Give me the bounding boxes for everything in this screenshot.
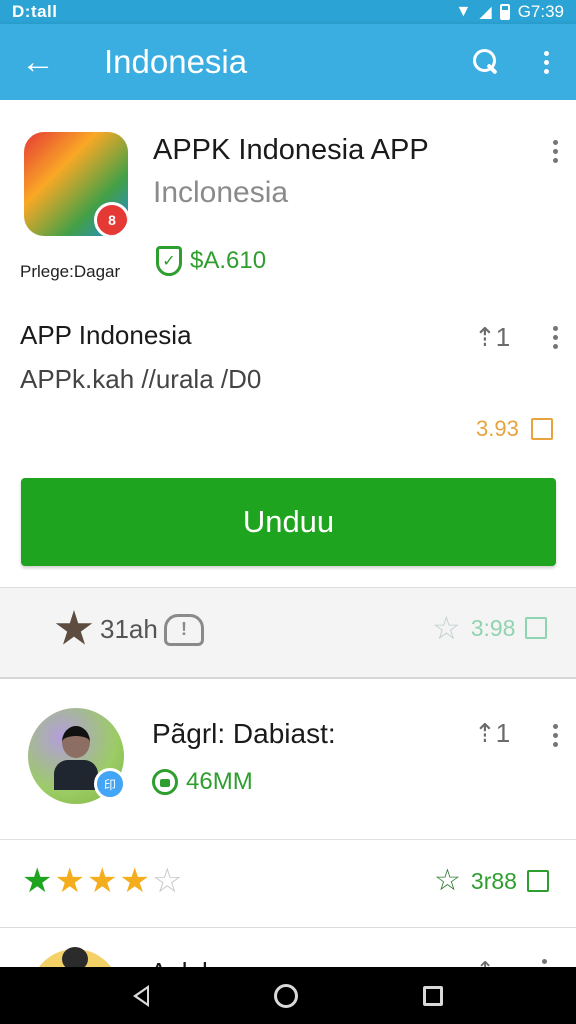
list-item-more-button[interactable] bbox=[553, 724, 558, 747]
install-button[interactable]: Unduu bbox=[21, 478, 556, 566]
nav-home-icon[interactable] bbox=[273, 983, 298, 1008]
stats-right-value: 3:98 bbox=[470, 614, 516, 641]
star-icon: ★ bbox=[54, 862, 85, 900]
page-title: Indonesia bbox=[104, 43, 248, 80]
app-detail-card: 8 Prlege:Dagar APPK Indonesia APP Inclon… bbox=[0, 100, 576, 586]
back-arrow-icon: ← bbox=[21, 42, 55, 81]
stats-left-text: 31ah bbox=[100, 614, 158, 644]
system-nav-bar bbox=[0, 967, 576, 1024]
ratings-right: ☆ 3r88 bbox=[434, 866, 549, 896]
price-row: ✓ $A.610 bbox=[156, 246, 266, 276]
thumb-count: ⇡1 bbox=[474, 322, 511, 352]
star-icon[interactable]: ☆ bbox=[432, 612, 461, 644]
thumb-count: ⇡1 bbox=[474, 718, 511, 748]
checkbox-icon[interactable] bbox=[526, 870, 549, 892]
app-icon[interactable]: 8 bbox=[24, 132, 128, 236]
star-rating[interactable]: ★ ★ ★ ★ ☆ bbox=[22, 864, 182, 898]
checkbox-icon[interactable] bbox=[525, 617, 548, 639]
star-icon[interactable]: ☆ bbox=[434, 866, 461, 896]
avatar: 印 bbox=[28, 708, 126, 804]
section-rating: 3.93 bbox=[476, 416, 553, 442]
search-icon bbox=[473, 49, 499, 75]
nav-recent-icon[interactable] bbox=[423, 985, 444, 1006]
rating-value: 3.93 bbox=[476, 416, 519, 441]
avatar-badge: 印 bbox=[94, 768, 126, 800]
developer-caption: Prlege:Dagar bbox=[20, 262, 121, 281]
overflow-menu-button[interactable] bbox=[516, 24, 576, 100]
star-icon: ☆ bbox=[151, 862, 183, 900]
thumb-icon: ⇡ bbox=[474, 322, 496, 352]
battery-icon bbox=[499, 4, 510, 20]
checkbox-icon[interactable] bbox=[530, 418, 553, 440]
status-icons: ▼ ◢ G7:39 bbox=[456, 2, 564, 22]
ratings-value: 3r88 bbox=[470, 867, 517, 894]
star-icon: ★ bbox=[86, 862, 118, 900]
person-icon bbox=[54, 726, 98, 790]
stats-strip: 31ah ☆ 3:98 bbox=[0, 587, 576, 679]
list-item-meta: 46MM bbox=[152, 768, 253, 796]
cloud-alert-icon[interactable] bbox=[164, 614, 204, 646]
stats-right: ☆ 3:98 bbox=[432, 612, 548, 644]
more-vert-icon bbox=[543, 50, 549, 74]
app-more-button[interactable] bbox=[553, 140, 558, 163]
list-item-title: Ank k bbox=[150, 957, 215, 967]
app-subtitle: Inclonesia bbox=[153, 176, 289, 209]
ratings-row: ★ ★ ★ ★ ☆ ☆ 3r88 bbox=[0, 842, 576, 928]
star-avatar-icon bbox=[55, 610, 93, 645]
avatar bbox=[30, 947, 120, 967]
clock: G7:39 bbox=[517, 2, 564, 21]
price-text: $A.610 bbox=[190, 247, 267, 274]
signal-icon: ◢ bbox=[479, 4, 492, 21]
section-title: APP Indonesia bbox=[20, 320, 192, 350]
carrier-text: D:tall bbox=[12, 2, 58, 21]
more-vert-icon[interactable] bbox=[542, 959, 547, 964]
nav-back-icon[interactable] bbox=[132, 984, 149, 1007]
app-icon-badge: 8 bbox=[94, 202, 128, 236]
list-item[interactable]: Ank k ⇡ bbox=[0, 929, 576, 967]
list-item[interactable]: 印 Pãgrl: Dabiast: 46MM ⇡1 bbox=[0, 680, 576, 840]
list-item-title: Pãgrl: Dabiast: bbox=[152, 718, 336, 749]
app-name: APPK Indonesia APP bbox=[153, 134, 429, 166]
shield-check-icon: ✓ bbox=[156, 246, 182, 276]
wifi-icon: ▼ bbox=[455, 3, 472, 20]
app-bar: ← Indonesia bbox=[0, 24, 576, 100]
star-icon: ★ bbox=[22, 862, 53, 900]
thumb-icon: ⇡ bbox=[476, 957, 494, 967]
list-item-size: 46MM bbox=[186, 768, 253, 795]
section-subtitle: APPk.kah //urala /D0 bbox=[20, 364, 262, 394]
thumb-icon: ⇡ bbox=[474, 718, 496, 748]
section-more-button[interactable] bbox=[553, 326, 558, 349]
back-button[interactable]: ← bbox=[0, 24, 76, 100]
download-size-icon bbox=[152, 769, 178, 795]
search-button[interactable] bbox=[456, 24, 516, 100]
star-icon: ★ bbox=[119, 862, 150, 900]
status-bar: D:tall ▼ ◢ G7:39 bbox=[0, 0, 576, 24]
